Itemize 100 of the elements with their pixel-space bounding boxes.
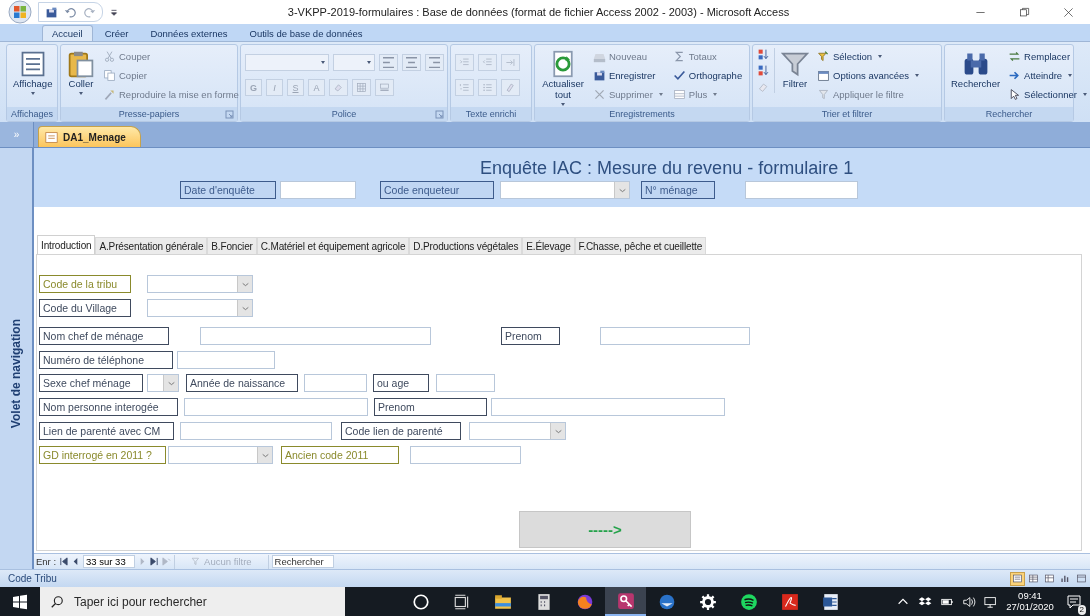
monitor-icon[interactable] — [984, 594, 998, 609]
office-logo-icon[interactable] — [8, 0, 32, 24]
ribbon-button[interactable]: Coller — [65, 48, 97, 95]
format-icon — [505, 57, 516, 68]
text-field[interactable] — [200, 327, 431, 345]
combo-box[interactable] — [469, 422, 566, 440]
search-field[interactable]: Rechercher — [271, 555, 334, 568]
text-field[interactable] — [280, 181, 356, 199]
ribbon-button[interactable]: Orthographe — [670, 67, 745, 84]
word-processor-icon — [821, 592, 840, 611]
volume-icon[interactable] — [962, 594, 976, 609]
text-field[interactable] — [491, 398, 725, 416]
window-title: 3-VKPP-2019-formulaires : Base de données (format de fichier Access 2002 - 2003) - Microsoft Access — [286, 6, 791, 18]
ribbon-button[interactable]: Sélectionner — [1006, 86, 1089, 103]
ribbon-button[interactable]: Atteindre — [1006, 67, 1089, 84]
field-label: Sexe chef ménage — [39, 374, 143, 392]
search-bar[interactable]: Taper ici pour rechercher — [40, 587, 345, 616]
form-tab[interactable]: A.Présentation générale — [95, 237, 208, 254]
combo-box[interactable] — [147, 374, 179, 392]
window-icon — [817, 69, 830, 82]
notification-icon[interactable] — [1066, 593, 1082, 610]
ribbon-button[interactable]: Enregistrer — [591, 67, 665, 84]
field-label: ou age — [373, 374, 429, 392]
document-tab[interactable]: DA1_Menage — [38, 126, 141, 147]
field-label: Date d'enquête — [180, 181, 276, 199]
combo-box[interactable] — [147, 275, 253, 293]
ribbon-tab[interactable]: Accueil — [42, 25, 93, 41]
field-label: Lien de parenté avec CM — [39, 422, 174, 440]
bullet-list-button[interactable] — [478, 79, 497, 96]
redo-icon[interactable] — [83, 5, 96, 19]
align-button[interactable] — [425, 54, 444, 71]
outdent-button[interactable] — [478, 54, 497, 71]
sort-icon — [757, 64, 770, 77]
text-field[interactable] — [184, 398, 368, 416]
status-text: Code Tribu — [8, 573, 57, 584]
launcher-icon[interactable] — [225, 110, 234, 119]
chart-icon — [1060, 573, 1071, 584]
text-field[interactable] — [745, 181, 858, 199]
field-label: Prenom — [501, 327, 560, 345]
windows-logo-icon[interactable] — [12, 593, 28, 610]
clock-time: 09:41 — [1018, 590, 1042, 601]
group-label: Presse-papiers — [118, 109, 180, 119]
first-record-icon[interactable] — [59, 557, 69, 566]
text-field[interactable] — [304, 374, 367, 392]
undo-icon[interactable] — [64, 5, 77, 19]
key-icon — [616, 591, 635, 610]
direction-button[interactable] — [501, 54, 520, 71]
ribbon-button[interactable]: Affichage — [11, 48, 55, 95]
view-button[interactable] — [1042, 571, 1057, 586]
clock-date: 27/01/2020 — [1006, 601, 1054, 612]
combo-box[interactable] — [168, 446, 273, 464]
form-tab[interactable]: C.Matériel et équipement agricole — [256, 237, 410, 254]
text-field[interactable] — [600, 327, 750, 345]
field-label: N° ménage — [641, 181, 715, 199]
ribbon-tab[interactable]: Outils de base de données — [239, 25, 373, 41]
ribbon-button[interactable]: Filtrer — [779, 48, 811, 89]
text-field[interactable] — [177, 351, 275, 369]
size-combo[interactable] — [333, 54, 375, 71]
maximize-icon — [1018, 6, 1030, 18]
combo-box[interactable] — [147, 299, 253, 317]
taskbar-button[interactable] — [605, 587, 646, 616]
ribbon-tab[interactable]: Données externes — [140, 25, 238, 41]
ribbon-button[interactable]: Options avancées — [815, 67, 922, 84]
eraser-icon — [757, 80, 770, 93]
record-label: Enr : — [36, 556, 57, 567]
numbered-list-button[interactable] — [455, 79, 474, 96]
form-tab[interactable]: F.Chasse, pêche et cueillette — [574, 237, 707, 254]
grid-button[interactable] — [352, 79, 371, 96]
view-button[interactable] — [1010, 571, 1025, 586]
form-tab[interactable]: D.Productions végétales — [409, 237, 523, 254]
combo-box[interactable] — [500, 181, 630, 199]
format-icon — [505, 82, 516, 93]
form-tab[interactable]: Introduction — [37, 235, 96, 254]
ribbon-button[interactable]: Rechercher — [949, 48, 1003, 89]
ribbon-tab[interactable]: Créer — [94, 25, 139, 41]
form-view-icon — [1012, 573, 1023, 584]
view-button[interactable] — [1026, 571, 1041, 586]
line-button[interactable] — [375, 79, 394, 96]
view-button[interactable] — [1074, 571, 1089, 586]
ribbon-button[interactable]: Sélection — [815, 48, 922, 65]
navigation-pane-label: Volet de navigation — [9, 318, 23, 429]
text-field[interactable] — [180, 422, 332, 440]
search-field[interactable]: Taper ici pour rechercher — [72, 593, 345, 610]
form-tab[interactable]: B.Foncier — [207, 237, 257, 254]
fill-button[interactable] — [329, 79, 348, 96]
record-position-field[interactable]: 33 sur 33 — [83, 555, 136, 568]
ribbon-button[interactable]: Remplacer — [1006, 48, 1089, 65]
form-tab[interactable]: E.Élevage — [522, 237, 575, 254]
font-combo[interactable] — [245, 54, 329, 71]
group-label: Affichages — [11, 109, 53, 119]
last-record-icon[interactable] — [150, 557, 160, 566]
indent-button[interactable] — [455, 54, 474, 71]
align-button[interactable] — [379, 54, 398, 71]
align-button[interactable] — [402, 54, 421, 71]
highlight-button[interactable] — [501, 79, 520, 96]
launcher-icon[interactable] — [435, 110, 444, 119]
brush-icon — [103, 88, 116, 101]
text-field[interactable] — [436, 374, 495, 392]
clipboard-icon — [67, 50, 95, 78]
text-field[interactable] — [410, 446, 521, 464]
